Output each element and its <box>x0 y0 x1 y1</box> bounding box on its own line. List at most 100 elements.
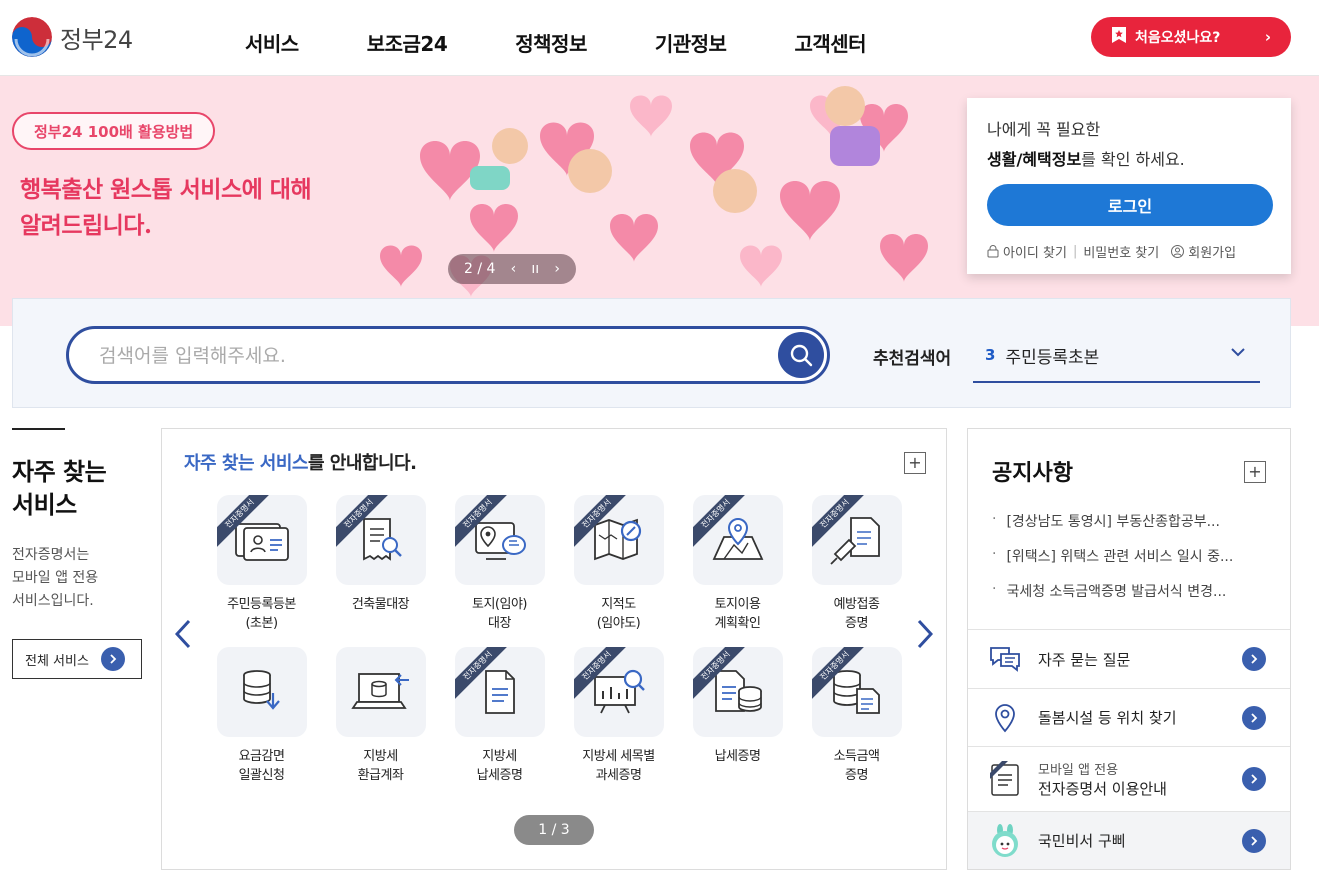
join-label: 회원가입 <box>1188 246 1237 261</box>
service-item[interactable]: 요금감면 일괄신청 <box>202 647 321 787</box>
document-coins-icon: 전자증명서 <box>692 647 783 737</box>
quick-link-care-facility[interactable]: 돌봄시설 등 위치 찾기 <box>968 688 1290 746</box>
service-label: 예방접종 증명 <box>833 597 880 631</box>
nav-customer-center[interactable]: 고객센터 <box>794 28 866 57</box>
bullet: · <box>992 581 997 597</box>
notice-list: · [경상남도 통영시] 부동산종합공부... · [위택스] 위택스 관련 서비스… <box>992 511 1282 616</box>
quick-link-faq[interactable]: 자주 묻는 질문 <box>968 629 1290 688</box>
frequent-services-panel: 자주 찾는 서비스를 안내합니다. + 전자증명서 주민등록등본 (초본) 전자증명… <box>161 428 947 870</box>
arrow-right-icon <box>1242 705 1266 730</box>
frequent-intro: 자주 찾는 서비스 전자증명서는 모바일 앱 전용 서비스입니다. 전체 서비스 <box>12 428 142 679</box>
find-id-label: 아이디 찾기 <box>1003 246 1067 261</box>
service-label: 지적도 (임야도) <box>596 597 641 631</box>
all-services-label: 전체 서비스 <box>25 653 89 669</box>
search-icon <box>790 344 813 367</box>
find-id-link[interactable]: 아이디 찾기 <box>987 242 1067 261</box>
recommended-search-select[interactable]: 3 주민등록초본 <box>973 329 1260 383</box>
service-label: 소득금액 증명 <box>833 749 880 783</box>
map-pin-chat-icon: 전자증명서 <box>454 495 545 585</box>
account-links: 아이디 찾기 | 비밀번호 찾기 회원가입 <box>987 242 1271 261</box>
banner-copy-line1: 행복출산 원스톱 서비스에 대해 <box>20 176 312 203</box>
all-services-button[interactable]: 전체 서비스 <box>12 639 142 679</box>
folded-map-icon: 전자증명서 <box>692 495 783 585</box>
join-link[interactable]: 회원가입 <box>1171 242 1236 261</box>
quick-link-e-certificate[interactable]: 모바일 앱 전용 전자증명서 이용안내 <box>968 746 1290 811</box>
recommended-search-label: 추천검색어 <box>873 349 952 369</box>
faq-chat-icon <box>988 642 1022 676</box>
bookmark-icon <box>1111 26 1127 48</box>
banner-tag[interactable]: 정부24 100배 활용방법 <box>12 112 216 150</box>
chart-board-icon: 전자증명서 <box>573 647 664 737</box>
lock-icon <box>987 245 999 258</box>
notice-more-button[interactable]: + <box>1244 461 1266 483</box>
search-input[interactable] <box>99 341 739 371</box>
bullet: · <box>992 546 997 562</box>
slide-counter: 2 / 4 <box>464 261 496 277</box>
service-item[interactable]: 전자증명서예방접종 증명 <box>797 495 916 635</box>
service-item[interactable]: 전자증명서 납세증명 <box>678 647 797 787</box>
arrow-right-icon <box>1242 647 1266 671</box>
logo[interactable]: 정부24 <box>12 17 133 57</box>
syringe-icon: 전자증명서 <box>811 495 902 585</box>
service-item[interactable]: 전자증명서지방세 세목별 과세증명 <box>559 647 678 787</box>
nav-agency[interactable]: 기관정보 <box>655 28 727 57</box>
quick-link-gubbi[interactable]: 국민비서 구삐 <box>968 811 1290 869</box>
login-prompt-line1: 나에게 꼭 필요한 <box>987 120 1101 139</box>
slide-controls: 2 / 4 ‹ ıı › <box>448 254 576 284</box>
quick-link-main-label: 전자증명서 이용안내 <box>1038 780 1167 798</box>
next-slide-icon[interactable]: › <box>554 261 560 277</box>
divider <box>12 428 65 430</box>
service-item[interactable]: 전자증명서 건축물대장 <box>321 495 440 635</box>
first-visit-button[interactable]: 처음오셨나요? › <box>1091 17 1291 57</box>
service-item[interactable]: 지방세 환급계좌 <box>321 647 440 787</box>
nav-subsidy[interactable]: 보조금24 <box>367 28 448 57</box>
login-prompt-line2: 생활/혜택정보를 확인 하세요. <box>987 146 1271 170</box>
first-visit-label: 처음오셨나요? <box>1135 30 1221 46</box>
login-button[interactable]: 로그인 <box>987 184 1273 226</box>
search-button[interactable] <box>778 332 824 378</box>
quick-link-label: 국민비서 구삐 <box>1038 832 1126 850</box>
services-more-button[interactable]: + <box>904 452 926 474</box>
frequent-title-line2: 서비스 <box>12 491 77 519</box>
notice-item[interactable]: · [위택스] 위택스 관련 서비스 일시 중... <box>992 546 1282 581</box>
document-icon: 전자증명서 <box>454 647 545 737</box>
frequent-description: 전자증명서는 모바일 앱 전용 서비스입니다. <box>12 547 99 609</box>
quick-link-label: 돌봄시설 등 위치 찾기 <box>1038 709 1177 727</box>
notice-item[interactable]: · 국세청 소득금액증명 발급서식 변경... <box>992 581 1282 616</box>
quick-link-label: 자주 묻는 질문 <box>1038 650 1131 669</box>
nav-service[interactable]: 서비스 <box>245 28 299 57</box>
find-password-link[interactable]: 비밀번호 찾기 <box>1083 242 1159 261</box>
notice-item[interactable]: · [경상남도 통영시] 부동산종합공부... <box>992 511 1282 546</box>
service-label: 토지(임야) 대장 <box>472 597 527 631</box>
arrow-right-icon <box>100 647 125 671</box>
service-label: 지방세 세목별 과세증명 <box>582 749 655 783</box>
main-nav: 서비스 보조금24 정책정보 기관정보 고객센터 <box>245 28 867 57</box>
document-search-icon: 전자증명서 <box>335 495 426 585</box>
notice-panel: 공지사항 + · [경상남도 통영시] 부동산종합공부... · [위택스] 위택스… <box>967 428 1291 870</box>
arrow-right-icon <box>1242 828 1266 853</box>
recommended-rank: 3 <box>985 346 996 364</box>
nav-policy[interactable]: 정책정보 <box>515 28 587 57</box>
plus-icon: + <box>1248 462 1262 481</box>
service-item[interactable]: 전자증명서 주민등록등본 (초본) <box>202 495 321 635</box>
top-header: 정부24 서비스 보조금24 정책정보 기관정보 고객센터 처음오셨나요? › <box>0 0 1319 76</box>
services-prev-button[interactable] <box>168 614 198 654</box>
banner-copy-line2: 알려드립니다. <box>20 212 152 239</box>
services-title: 자주 찾는 서비스를 안내합니다. <box>184 449 417 475</box>
search-area: 추천검색어 3 주민등록초본 <box>12 298 1291 408</box>
divider: | <box>1072 244 1078 259</box>
location-pin-icon <box>988 701 1022 735</box>
logo-text: 정부24 <box>60 25 133 54</box>
notice-item-text: [경상남도 통영시] 부동산종합공부... <box>1006 514 1220 530</box>
prev-slide-icon[interactable]: ‹ <box>511 261 517 277</box>
service-item[interactable]: 전자증명서 토지이용 계획확인 <box>678 495 797 635</box>
service-item[interactable]: 전자증명서 지적도 (임야도) <box>559 495 678 635</box>
service-item[interactable]: 전자증명서 소득금액 증명 <box>797 647 916 787</box>
pause-icon[interactable]: ıı <box>531 261 539 277</box>
chevron-right-icon <box>917 619 933 649</box>
frequent-title: 자주 찾는 서비스 <box>12 456 142 522</box>
notice-item-text: 국세청 소득금액증명 발급서식 변경... <box>1006 584 1227 600</box>
bullet: · <box>992 511 997 527</box>
service-item[interactable]: 전자증명서 지방세 납세증명 <box>440 647 559 787</box>
service-item[interactable]: 전자증명서토지(임야) 대장 <box>440 495 559 635</box>
